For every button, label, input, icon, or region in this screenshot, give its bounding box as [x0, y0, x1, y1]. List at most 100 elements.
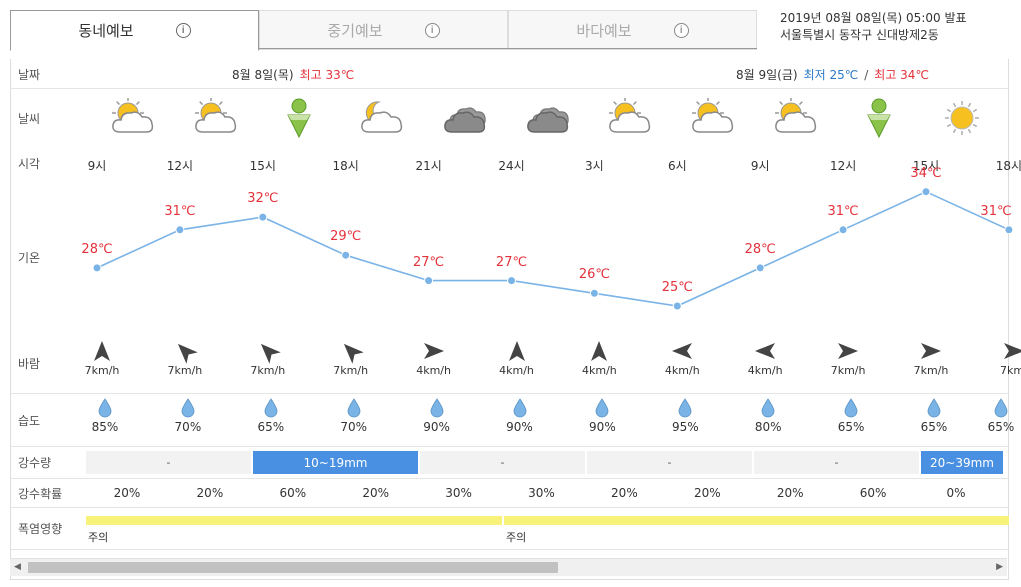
humidity-value: 65%: [837, 420, 865, 434]
humidity-cell: 70%: [168, 398, 208, 434]
water-drop-icon: [98, 398, 112, 418]
wind-arrow-icon: [1003, 343, 1021, 359]
water-drop-icon: [513, 398, 526, 418]
humidity-cell: 65%: [914, 398, 954, 434]
wind-speed: 7km/h: [913, 364, 949, 377]
humidity-cell: 65%: [831, 398, 871, 434]
water-drop-icon: [761, 398, 775, 418]
wind-speed: 4km/h: [664, 364, 700, 377]
wind-arrow-icon: [755, 343, 776, 359]
humidity-cell: 95%: [665, 398, 705, 434]
precip-cell: -: [587, 451, 752, 474]
water-drop-icon: [844, 398, 858, 418]
humidity-value: 65%: [987, 420, 1015, 434]
heat-bar: [86, 516, 502, 525]
wind-cell: 4km/h: [745, 340, 785, 377]
water-drop-icon: [678, 398, 692, 418]
humidity-value: 65%: [920, 420, 948, 434]
temperature-label: 27℃: [495, 254, 528, 270]
precip-prob-value: 30%: [528, 486, 555, 500]
wind-arrow-icon: [838, 343, 859, 359]
precip-prob-value: 20%: [693, 486, 721, 500]
temperature-point: [507, 276, 516, 286]
wind-arrow-icon: [423, 343, 444, 359]
wind-cell: 7km/h: [248, 340, 288, 377]
wind-arrow-icon: [260, 343, 281, 364]
wind-cell: 7km/h: [82, 340, 122, 377]
wind-arrow-icon: [672, 343, 693, 359]
water-drop-icon: [994, 398, 1008, 418]
humidity-value: 95%: [671, 420, 699, 434]
temperature-label: 29℃: [330, 229, 362, 245]
temperature-label: 32℃: [247, 191, 279, 207]
humidity-value: 70%: [174, 420, 202, 434]
wind-speed: 4km/h: [582, 364, 617, 377]
precip-cell: -: [420, 451, 585, 474]
temperature-label: 34℃: [910, 165, 942, 181]
precip-prob-value: 30%: [445, 486, 472, 500]
precip-prob-value: 20%: [196, 486, 224, 500]
humidity-value: 80%: [754, 420, 782, 434]
wind-speed: 4km/h: [499, 364, 534, 377]
temperature-label: 31℃: [980, 203, 1012, 219]
water-drop-icon: [347, 398, 361, 418]
temperature-point: [838, 225, 848, 235]
heat-level: 주의: [88, 531, 109, 544]
scrollbar-thumb[interactable]: [28, 562, 558, 573]
humidity-value: 65%: [257, 420, 285, 434]
scroll-right-icon[interactable]: ▶: [996, 562, 1003, 572]
temperature-point: [258, 212, 268, 222]
heat-bar: [504, 516, 1009, 525]
precip-prob-value: 60%: [279, 486, 307, 500]
humidity-cell: 70%: [334, 398, 374, 434]
temperature-line: [96, 190, 1010, 307]
temperature-point: [589, 288, 599, 298]
humidity-value: 90%: [506, 420, 533, 434]
wind-arrow-icon: [343, 343, 364, 364]
temperature-label: 28℃: [744, 241, 776, 257]
temperature-point: [341, 250, 351, 260]
wind-arrow-icon: [508, 341, 525, 361]
humidity-cell: 65%: [981, 398, 1021, 434]
humidity-cell: 90%: [500, 398, 540, 434]
temperature-label: 28℃: [81, 241, 113, 257]
precip-cell: -: [754, 451, 919, 474]
humidity-value: 70%: [340, 420, 368, 434]
water-drop-icon: [595, 398, 609, 418]
wind-cell: 4km/h: [414, 340, 454, 377]
scroll-left-icon[interactable]: ◀: [14, 562, 21, 572]
precip-cell: 10~19mm: [253, 451, 418, 474]
humidity-cell: 90%: [417, 398, 457, 434]
precip-prob-value: 20%: [611, 486, 638, 500]
humidity-cell: 80%: [748, 398, 788, 434]
wind-cell: 7km/: [994, 340, 1021, 377]
wind-arrow-icon: [921, 343, 941, 359]
precip-cell: 20~39mm: [921, 451, 1003, 474]
wind-cell: 4km/h: [579, 340, 619, 377]
humidity-value: 85%: [91, 420, 119, 434]
precip-prob-value: 20%: [776, 486, 804, 500]
humidity-cell: 90%: [582, 398, 622, 434]
wind-speed: 7km/h: [84, 364, 120, 377]
horizontal-scrollbar[interactable]: ◀ ▶: [10, 558, 1007, 576]
wind-cell: 4km/h: [497, 340, 537, 377]
precip-prob-value: 20%: [362, 486, 390, 500]
temperature-label: 26℃: [578, 267, 610, 283]
temperature-point: [92, 263, 102, 273]
wind-cell: 7km/h: [331, 340, 371, 377]
wind-cell: 4km/h: [662, 340, 702, 377]
water-drop-icon: [181, 398, 195, 418]
water-drop-icon: [264, 398, 278, 418]
temperature-point: [672, 301, 682, 311]
wind-cell: 7km/h: [828, 340, 868, 377]
precip-prob-value: 20%: [113, 486, 141, 500]
temperature-label: 27℃: [413, 254, 445, 270]
temperature-label: 25℃: [661, 280, 693, 295]
precip-prob-value: 0%: [946, 486, 966, 500]
precip-prob-value: 60%: [859, 486, 887, 500]
water-drop-icon: [430, 398, 443, 418]
wind-cell: 7km/h: [165, 340, 205, 377]
humidity-value: 90%: [423, 420, 450, 434]
wind-speed: 4km/h: [416, 364, 451, 377]
wind-arrow-icon: [591, 341, 608, 361]
